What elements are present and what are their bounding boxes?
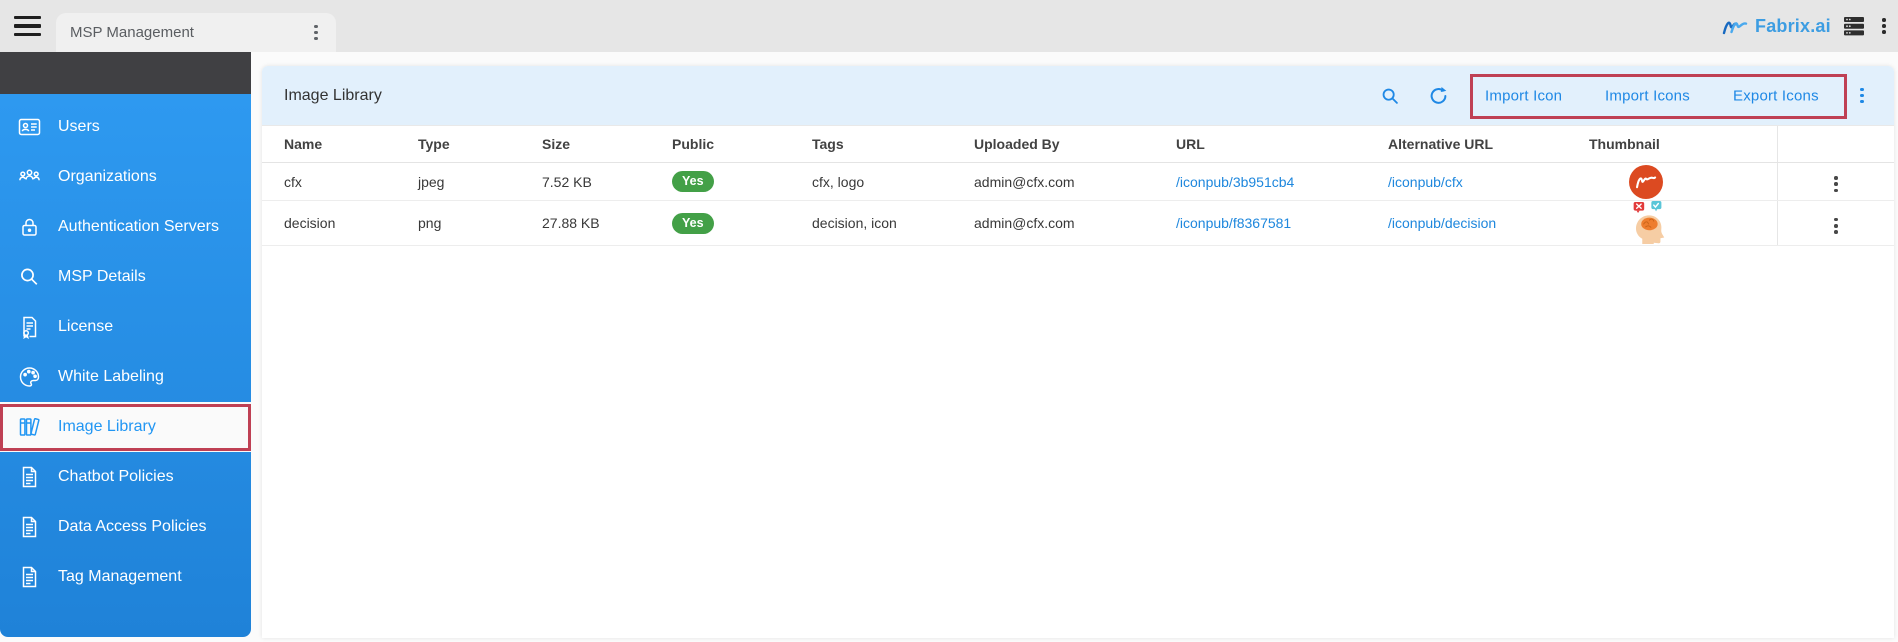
document-icon: [17, 465, 42, 489]
magnifier-icon: [17, 265, 42, 289]
cell-uploaded-by: admin@cfx.com: [974, 201, 1176, 246]
browser-top-bar: MSP Management Fabrix.ai: [0, 0, 1898, 52]
server-list-icon[interactable]: [1843, 15, 1865, 37]
row-kebab-icon[interactable]: [1830, 172, 1842, 196]
column-header-thumbnail: Thumbnail: [1589, 126, 1777, 163]
cell-uploaded-by: admin@cfx.com: [974, 163, 1176, 201]
sidebar-item-license[interactable]: License: [0, 302, 251, 352]
sidebar-item-chatbot-policies[interactable]: Chatbot Policies: [0, 452, 251, 502]
cell-thumbnail: [1589, 201, 1777, 246]
cfx-logo-thumbnail: [1629, 165, 1663, 199]
column-header-tags: Tags: [812, 126, 974, 163]
sidebar-item-white-labeling[interactable]: White Labeling: [0, 352, 251, 402]
column-header-url: URL: [1176, 126, 1388, 163]
alternative-url-link[interactable]: /iconpub/decision: [1388, 215, 1496, 231]
sidebar-item-label: License: [58, 318, 113, 336]
public-yes-badge: Yes: [672, 171, 714, 192]
sidebar-item-tag-management[interactable]: Tag Management: [0, 552, 251, 602]
table-header-row: Name Type Size Public Tags Uploaded By U…: [262, 126, 1894, 163]
brand-logo[interactable]: Fabrix.ai: [1722, 10, 1831, 42]
column-header-size: Size: [542, 126, 672, 163]
panel-header: Image Library Import Icon Import Icons E…: [262, 66, 1894, 125]
cell-size: 27.88 KB: [542, 201, 672, 246]
public-yes-badge: Yes: [672, 213, 714, 234]
sidebar-top-scrim: [0, 52, 251, 94]
cell-type: png: [418, 201, 542, 246]
cell-url: /iconpub/f8367581: [1176, 201, 1388, 246]
cell-actions: [1777, 201, 1894, 246]
table-row: cfx jpeg 7.52 KB Yes cfx, logo admin@cfx…: [262, 163, 1894, 201]
cell-public: Yes: [672, 163, 812, 201]
hamburger-menu-icon[interactable]: [14, 16, 41, 36]
image-library-table: Name Type Size Public Tags Uploaded By U…: [262, 125, 1894, 246]
cell-name: cfx: [262, 163, 418, 201]
sidebar-item-label: White Labeling: [58, 368, 164, 386]
sidebar-nav: Users Organizations: [0, 102, 251, 602]
import-icon-button[interactable]: Import Icon: [1485, 87, 1562, 104]
id-card-icon: [17, 115, 42, 139]
fabrix-logo-icon: [1722, 16, 1748, 36]
sidebar-item-label: Data Access Policies: [58, 518, 207, 536]
cell-name: decision: [262, 201, 418, 246]
sidebar-item-authentication-servers[interactable]: Authentication Servers: [0, 202, 251, 252]
panel-kebab-icon[interactable]: [1856, 84, 1868, 108]
column-header-uploaded-by: Uploaded By: [974, 126, 1176, 163]
url-link[interactable]: /iconpub/3b951cb4: [1176, 174, 1294, 190]
sidebar-item-label: Image Library: [58, 418, 156, 436]
alternative-url-link[interactable]: /iconpub/cfx: [1388, 174, 1463, 190]
url-link[interactable]: /iconpub/f8367581: [1176, 215, 1291, 231]
export-icons-button[interactable]: Export Icons: [1733, 87, 1819, 104]
cell-tags: decision, icon: [812, 201, 974, 246]
decision-thumbnail: [1629, 201, 1667, 245]
sidebar-item-msp-details[interactable]: MSP Details: [0, 252, 251, 302]
sidebar-item-users[interactable]: Users: [0, 102, 251, 152]
sidebar-item-label: Users: [58, 118, 100, 136]
sidebar-item-label: Chatbot Policies: [58, 468, 174, 486]
row-kebab-icon[interactable]: [1830, 214, 1842, 238]
sidebar-item-organizations[interactable]: Organizations: [0, 152, 251, 202]
books-icon: [17, 415, 42, 439]
sidebar-item-label: Authentication Servers: [58, 218, 219, 236]
refresh-icon[interactable]: [1428, 85, 1449, 106]
browser-tab[interactable]: MSP Management: [56, 13, 336, 52]
cell-actions: [1777, 163, 1894, 201]
tab-kebab-icon[interactable]: [310, 21, 322, 45]
certificate-document-icon: [17, 315, 42, 339]
cell-url: /iconpub/3b951cb4: [1176, 163, 1388, 201]
image-library-panel: Image Library Import Icon Import Icons E…: [262, 66, 1894, 638]
sidebar-item-data-access-policies[interactable]: Data Access Policies: [0, 502, 251, 552]
column-header-name: Name: [262, 126, 418, 163]
cell-tags: cfx, logo: [812, 163, 974, 201]
palette-icon: [17, 365, 42, 389]
app-window: MSP Management Fabrix.ai: [0, 0, 1898, 642]
sidebar-item-label: Tag Management: [58, 568, 182, 586]
column-header-actions: [1777, 126, 1894, 163]
sidebar-item-image-library[interactable]: Image Library: [0, 402, 251, 452]
column-header-alternative-url: Alternative URL: [1388, 126, 1589, 163]
page-title: Image Library: [284, 87, 382, 105]
brand-name: Fabrix.ai: [1755, 16, 1831, 37]
sidebar: Users Organizations: [0, 52, 251, 637]
document-icon: [17, 515, 42, 539]
document-icon: [17, 565, 42, 589]
cell-public: Yes: [672, 201, 812, 246]
cell-size: 7.52 KB: [542, 163, 672, 201]
cell-thumbnail: [1589, 163, 1777, 201]
cell-alternative-url: /iconpub/cfx: [1388, 163, 1589, 201]
import-icons-button[interactable]: Import Icons: [1605, 87, 1690, 104]
column-header-public: Public: [672, 126, 812, 163]
cell-type: jpeg: [418, 163, 542, 201]
topbar-kebab-icon[interactable]: [1878, 14, 1890, 38]
sidebar-item-label: Organizations: [58, 168, 157, 186]
search-icon[interactable]: [1380, 86, 1400, 106]
lock-icon: [17, 215, 42, 239]
cell-alternative-url: /iconpub/decision: [1388, 201, 1589, 246]
column-header-type: Type: [418, 126, 542, 163]
people-group-icon: [17, 165, 42, 189]
table-row: decision png 27.88 KB Yes decision, icon…: [262, 201, 1894, 246]
sidebar-item-label: MSP Details: [58, 268, 146, 286]
tab-title: MSP Management: [70, 24, 310, 41]
